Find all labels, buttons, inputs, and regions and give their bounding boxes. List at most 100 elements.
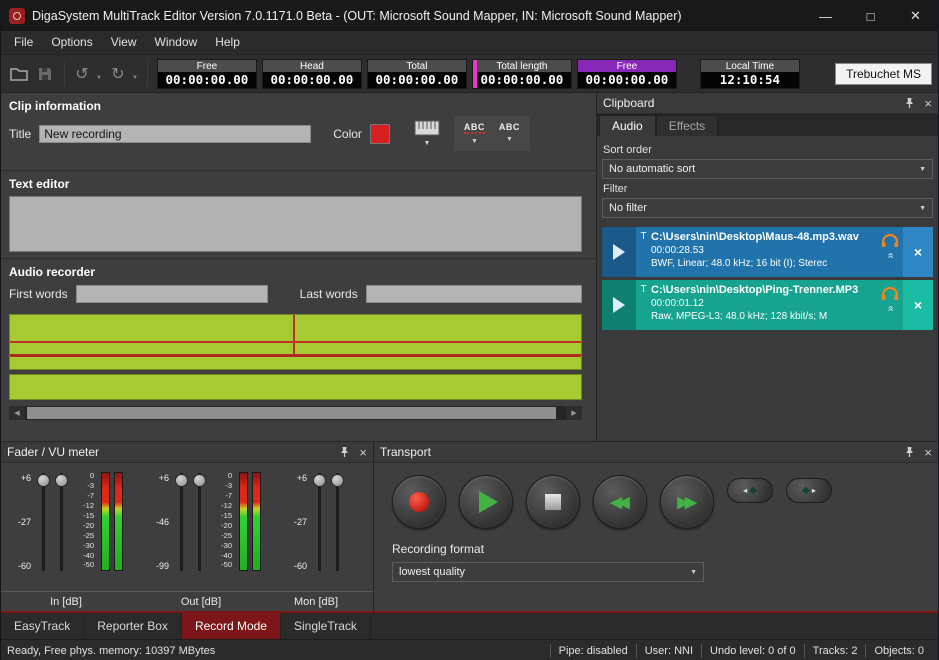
last-words-input[interactable]	[366, 285, 582, 303]
play-item-button[interactable]	[602, 227, 636, 277]
spellcheck-icon: ABC	[464, 122, 485, 134]
status-tracks: Tracks: 2	[804, 644, 866, 658]
undo-dropdown-icon[interactable]: ▼	[96, 75, 102, 81]
app-logo-icon	[9, 8, 25, 24]
fader-thumb[interactable]	[331, 474, 344, 487]
menu-help[interactable]: Help	[206, 31, 249, 54]
scrollbar-track[interactable]	[25, 406, 566, 420]
stop-button[interactable]	[526, 475, 580, 529]
prelisten-headphones-icon[interactable]	[881, 286, 899, 301]
color-swatch[interactable]	[370, 124, 390, 144]
insert-marker-out-button[interactable]: ◆▸	[786, 478, 832, 503]
counter-head: Head 00:00:00.00	[262, 59, 362, 89]
fader-slider[interactable]	[54, 471, 69, 585]
play-icon	[613, 244, 625, 260]
fader-slider[interactable]	[192, 471, 207, 585]
keyboard-dropdown-button[interactable]: ▼	[408, 116, 446, 151]
close-panel-icon[interactable]: ×	[924, 97, 932, 110]
first-words-input[interactable]	[76, 285, 268, 303]
tab-record-mode[interactable]: Record Mode	[182, 613, 281, 639]
text-editor-area[interactable]	[9, 196, 582, 252]
status-user: User: NNI	[636, 644, 701, 658]
clipboard-item[interactable]: T C:\Users\nin\Desktop\Maus-48.mp3.wav 0…	[602, 227, 933, 277]
remove-item-button[interactable]: ×	[903, 280, 933, 330]
clip-tool-buttons: ▼ ABC ▼ ABC ▼	[408, 116, 530, 151]
vu-meter-bar	[101, 472, 110, 571]
item-icons: «	[877, 280, 903, 330]
collapse-chevron-icon[interactable]: «	[885, 305, 896, 311]
recording-format-label: Recording format	[392, 542, 938, 556]
fader-slider[interactable]	[36, 471, 51, 585]
clipboard-panel: Clipboard × Audio Effects Sort order No …	[597, 93, 938, 441]
rewind-button[interactable]: ◀◀	[593, 475, 647, 529]
fader-thumb[interactable]	[37, 474, 50, 487]
toolbar-separator	[147, 62, 148, 86]
transport-panel-title: Transport	[380, 445, 431, 459]
scroll-right-icon[interactable]: ▶	[566, 406, 582, 420]
clipboard-panel-header: Clipboard ×	[597, 93, 938, 114]
minimize-button[interactable]: —	[803, 1, 848, 31]
fader-thumb[interactable]	[55, 474, 68, 487]
fader-slider[interactable]	[312, 471, 327, 585]
menu-file[interactable]: File	[5, 31, 42, 54]
sort-order-dropdown[interactable]: No automatic sort ▼	[602, 159, 933, 179]
save-icon[interactable]	[33, 61, 57, 87]
fast-forward-button[interactable]: ▶▶	[660, 475, 714, 529]
collapse-chevron-icon[interactable]: «	[885, 252, 896, 258]
item-info: C:\Users\nin\Desktop\Maus-48.mp3.wav 00:…	[651, 227, 877, 277]
tab-audio[interactable]: Audio	[599, 115, 656, 136]
redo-dropdown-icon[interactable]: ▼	[132, 75, 138, 81]
menu-options[interactable]: Options	[42, 31, 101, 54]
fader-thumb[interactable]	[175, 474, 188, 487]
tab-singletrack[interactable]: SingleTrack	[281, 613, 371, 639]
item-path: C:\Users\nin\Desktop\Ping-Trenner.MP3	[651, 283, 875, 297]
play-item-button[interactable]	[602, 280, 636, 330]
in-db-label: In [dB]	[1, 596, 131, 608]
clipboard-item[interactable]: T C:\Users\nin\Desktop\Ping-Trenner.MP3 …	[602, 280, 933, 330]
tab-easytrack[interactable]: EasyTrack	[1, 613, 84, 639]
abc-panel: ABC ▼ ABC ▼	[454, 116, 530, 151]
remove-item-button[interactable]: ×	[903, 227, 933, 277]
pin-icon[interactable]	[339, 446, 350, 458]
recording-format-dropdown[interactable]: lowest quality ▼	[392, 562, 704, 582]
waveform-scrollbar[interactable]: ◀ ▶	[9, 406, 582, 420]
spellcheck-dropdown-button[interactable]: ABC ▼	[458, 118, 491, 149]
menu-window[interactable]: Window	[146, 31, 207, 54]
abc-dropdown-button[interactable]: ABC ▼	[493, 118, 526, 149]
filter-dropdown[interactable]: No filter ▼	[602, 198, 933, 218]
fader-thumb[interactable]	[193, 474, 206, 487]
clip-information-panel: Clip information Title Color ▼ ABC	[1, 93, 596, 171]
redo-icon[interactable]: ↻	[106, 61, 130, 87]
menu-view[interactable]: View	[102, 31, 146, 54]
title-input[interactable]	[39, 125, 311, 143]
last-words-label: Last words	[300, 287, 358, 301]
close-panel-icon[interactable]: ×	[359, 446, 367, 459]
counter-total: Total 00:00:00.00	[367, 59, 467, 89]
close-panel-icon[interactable]: ×	[924, 446, 932, 459]
fader-group-labels: In [dB] Out [dB] Mon [dB]	[1, 591, 373, 611]
font-selector-button[interactable]: Trebuchet MS	[835, 63, 932, 85]
item-format: BWF, Linear; 48.0 kHz; 16 bit (I); Stere…	[651, 257, 875, 270]
pin-icon[interactable]	[904, 446, 915, 458]
close-button[interactable]: ✕	[893, 1, 938, 31]
waveform-display-secondary[interactable]	[9, 374, 582, 400]
fader-thumb[interactable]	[313, 474, 326, 487]
scrollbar-thumb[interactable]	[27, 407, 556, 419]
diamond-icon: ◆	[749, 486, 757, 496]
scroll-left-icon[interactable]: ◀	[9, 406, 25, 420]
open-folder-icon[interactable]	[7, 61, 31, 87]
play-button[interactable]	[459, 475, 513, 529]
tab-effects[interactable]: Effects	[656, 115, 718, 136]
playback-cursor[interactable]	[293, 315, 295, 355]
fader-slider[interactable]	[174, 471, 189, 585]
maximize-button[interactable]: □	[848, 1, 893, 31]
waveform-display[interactable]	[9, 314, 582, 370]
record-button[interactable]	[392, 475, 446, 529]
insert-marker-in-button[interactable]: ◂◆	[727, 478, 773, 503]
tab-reporter-box[interactable]: Reporter Box	[84, 613, 182, 639]
prelisten-headphones-icon[interactable]	[881, 233, 899, 248]
fader-slider[interactable]	[330, 471, 345, 585]
pin-icon[interactable]	[904, 97, 915, 109]
undo-icon[interactable]: ↺	[70, 61, 94, 87]
status-bar: Ready, Free phys. memory: 10397 MBytes P…	[1, 639, 938, 660]
